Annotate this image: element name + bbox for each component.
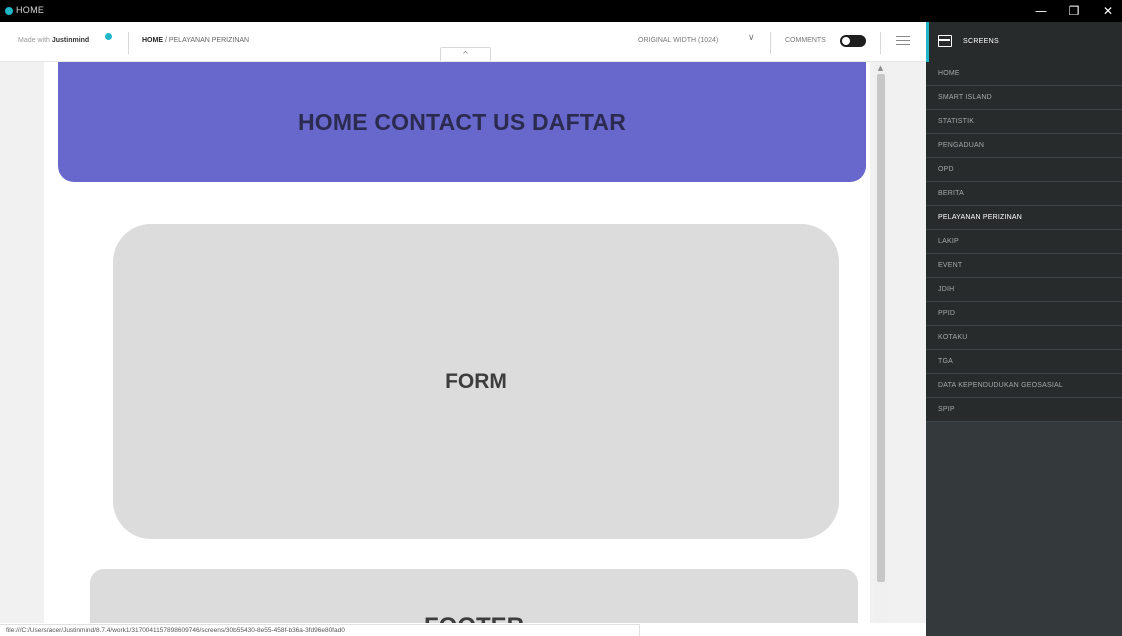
made-with-brand: Justinmind (51, 37, 90, 44)
screens-icon (938, 35, 952, 47)
screen-item-data-kependudukan[interactable]: DATA KEPENDUDUKAN GEOSASIAL (926, 374, 1122, 398)
screen-item-pelayanan-perizinan[interactable]: PELAYANAN PERIZINAN (926, 206, 1122, 230)
prototype-page: HOME CONTACT US DAFTAR FORM FOOTER (44, 62, 870, 623)
original-width-selector[interactable]: ORIGINAL WIDTH (1024) (638, 37, 718, 44)
window-titlebar: HOME — ❐ ✕ (0, 0, 1122, 22)
toggle-knob (842, 37, 850, 45)
toolbar-divider (128, 32, 129, 54)
made-with-label[interactable]: Made with Justinmind (18, 37, 89, 44)
menu-icon[interactable] (896, 36, 910, 46)
breadcrumb-home[interactable]: HOME (142, 37, 163, 44)
app-logo-icon (5, 7, 13, 15)
screen-item-pengaduan[interactable]: PENGADUAN (926, 134, 1122, 158)
screen-item-smart-island[interactable]: SMART ISLAND (926, 86, 1122, 110)
chevron-up-icon: ^ (462, 50, 469, 59)
footer-label: FOOTER (424, 613, 524, 623)
brand-dot-icon (105, 33, 112, 40)
header-navigation-block: HOME CONTACT US DAFTAR (58, 62, 866, 182)
status-url-bar: file:///C:/Users/acer/Justinmind/8.7.4/w… (0, 624, 640, 636)
prototype-canvas: HOME CONTACT US DAFTAR FORM FOOTER ▲ ▼ (0, 62, 926, 623)
maximize-button[interactable]: ❐ (1060, 2, 1088, 20)
screen-item-kotaku[interactable]: KOTAKU (926, 326, 1122, 350)
screen-item-spip[interactable]: SPIP (926, 398, 1122, 422)
chevron-down-icon[interactable]: ∨ (748, 33, 755, 43)
breadcrumb: HOME / PELAYANAN PERIZINAN (142, 37, 249, 44)
breadcrumb-current-screen: / PELAYANAN PERIZINAN (163, 37, 250, 44)
footer-placeholder: FOOTER (90, 569, 858, 623)
scroll-up-arrow-icon[interactable]: ▲ (874, 64, 887, 72)
screen-item-statistik[interactable]: STATISTIK (926, 110, 1122, 134)
comments-toggle[interactable] (840, 35, 866, 47)
toolbar-divider (770, 32, 771, 54)
screen-item-tga[interactable]: TGA (926, 350, 1122, 374)
window-title: HOME (16, 5, 45, 15)
screens-sidebar: SCREENS HOME SMART ISLAND STATISTIK PENG… (926, 22, 1122, 636)
form-label: FORM (445, 369, 507, 393)
scrollbar-thumb[interactable] (877, 74, 885, 582)
screens-title: SCREENS (963, 38, 999, 45)
made-with-prefix: Made with (18, 37, 52, 44)
collapse-toolbar-button[interactable]: ^ (440, 47, 491, 61)
minimize-button[interactable]: — (1027, 2, 1055, 20)
screen-item-opd[interactable]: OPD (926, 158, 1122, 182)
screen-item-home[interactable]: HOME (926, 62, 1122, 86)
simulator-toolbar: Made with Justinmind HOME / PELAYANAN PE… (0, 22, 926, 62)
screens-header[interactable]: SCREENS (926, 22, 1122, 62)
screen-item-lakip[interactable]: LAKIP (926, 230, 1122, 254)
screen-item-jdih[interactable]: JDIH (926, 278, 1122, 302)
screen-item-event[interactable]: EVENT (926, 254, 1122, 278)
form-placeholder: FORM (113, 224, 839, 539)
screen-item-ppid[interactable]: PPID (926, 302, 1122, 326)
toolbar-divider (880, 32, 881, 54)
vertical-scrollbar[interactable]: ▲ ▼ (874, 62, 887, 623)
screen-list: HOME SMART ISLAND STATISTIK PENGADUAN OP… (926, 62, 1122, 422)
screen-item-berita[interactable]: BERITA (926, 182, 1122, 206)
comments-label: COMMENTS (785, 37, 826, 44)
header-navigation-text: HOME CONTACT US DAFTAR (297, 108, 627, 135)
close-button[interactable]: ✕ (1094, 2, 1122, 20)
